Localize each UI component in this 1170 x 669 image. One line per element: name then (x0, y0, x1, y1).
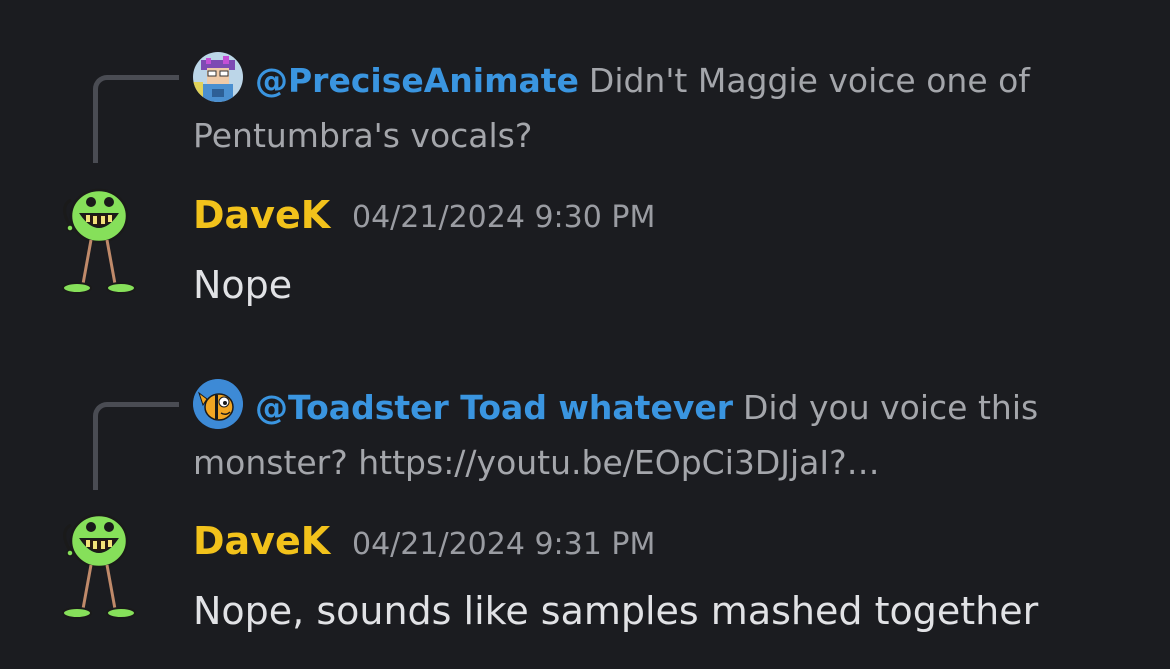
message-timestamp: 04/21/2024 9:31 PM (352, 527, 656, 562)
green-monster-avatar-icon[interactable] (55, 188, 143, 300)
reply-connector (93, 402, 179, 490)
message-timestamp: 04/21/2024 9:30 PM (352, 200, 656, 235)
reply-mention[interactable]: @Toadster Toad whatever (255, 388, 733, 427)
message-text: Nope, sounds like samples mashed togethe… (193, 589, 1039, 633)
cartoon-fish-avatar-icon[interactable] (193, 379, 243, 429)
reply-preview[interactable]: @PreciseAnimate Didn't Maggie voice one o… (193, 52, 1123, 163)
green-monster-avatar-icon[interactable] (55, 513, 143, 625)
message-text: Nope (193, 263, 293, 307)
author-name[interactable]: DaveK (193, 192, 330, 238)
reply-preview[interactable]: @Toadster Toad whatever Did you voice thi… (193, 379, 1123, 490)
author-name[interactable]: DaveK (193, 518, 330, 564)
reply-connector (93, 75, 179, 163)
pixel-art-avatar-icon[interactable] (193, 52, 243, 102)
reply-mention[interactable]: @PreciseAnimate (255, 61, 579, 100)
